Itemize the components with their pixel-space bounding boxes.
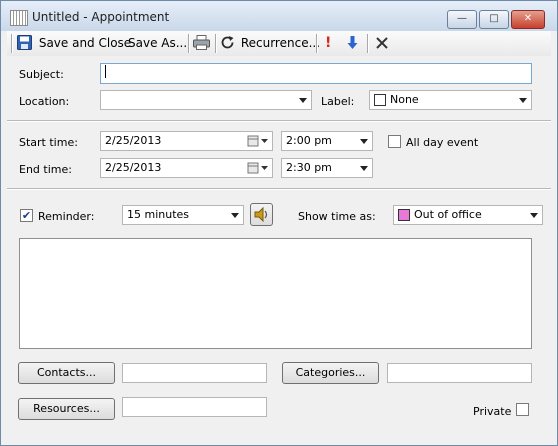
- save-as-button[interactable]: Save As...: [128, 35, 187, 52]
- notes-textarea[interactable]: [19, 238, 532, 349]
- show-as-color-swatch: [398, 209, 410, 221]
- calendar-dropdown-icon[interactable]: [247, 162, 269, 175]
- close-window-button[interactable]: ✕: [511, 10, 545, 29]
- contacts-input[interactable]: [122, 363, 267, 383]
- save-and-close-label: Save and Close: [38, 36, 132, 50]
- section-divider: [7, 188, 551, 190]
- end-time-label: End time:: [19, 163, 72, 176]
- calendar-app-icon: [10, 10, 28, 26]
- end-date-value: 2/25/2013: [105, 161, 162, 174]
- print-button[interactable]: [193, 35, 210, 52]
- chevron-down-icon: [519, 98, 527, 103]
- reminder-dropdown[interactable]: 15 minutes: [122, 205, 244, 225]
- save-and-close-button[interactable]: Save and Close: [17, 35, 131, 52]
- chevron-down-icon: [530, 213, 538, 218]
- categories-button-label: Categories...: [295, 366, 366, 379]
- exclamation-icon: !: [325, 35, 332, 51]
- all-day-event-checkbox[interactable]: [388, 135, 401, 148]
- location-label: Location:: [19, 95, 70, 108]
- show-time-as-value: Out of office: [414, 208, 482, 221]
- end-time-value: 2:30 pm: [286, 161, 332, 174]
- categories-input[interactable]: [387, 363, 532, 383]
- recurrence-icon: [221, 36, 234, 49]
- resources-input[interactable]: [122, 397, 267, 417]
- chevron-down-icon: [231, 213, 239, 218]
- window-title: Untitled - Appointment: [32, 10, 170, 24]
- label-value: None: [390, 93, 419, 106]
- minimize-button[interactable]: —: [447, 10, 477, 29]
- chevron-down-icon: [360, 166, 368, 171]
- toolbar: Save and Close Save As... Recurrence... …: [7, 31, 551, 56]
- resources-button-label: Resources...: [33, 402, 100, 415]
- subject-label: Subject:: [19, 68, 64, 81]
- maximize-button[interactable]: □: [479, 10, 509, 29]
- contacts-button[interactable]: Contacts...: [18, 362, 115, 384]
- all-day-event-label: All day event: [406, 136, 479, 149]
- reminder-checkbox[interactable]: ✔: [20, 209, 33, 222]
- save-as-label: Save As...: [128, 36, 188, 50]
- recurrence-label: Recurrence...: [240, 36, 321, 50]
- text-cursor: [105, 65, 106, 78]
- toolbar-grip: [11, 34, 13, 53]
- label-color-swatch: [374, 94, 386, 106]
- toolbar-separator: [316, 34, 318, 53]
- label-dropdown[interactable]: None: [369, 90, 532, 110]
- reminder-value: 15 minutes: [127, 208, 190, 221]
- section-divider: [7, 120, 551, 122]
- start-date-picker[interactable]: 2/25/2013: [100, 131, 273, 151]
- down-arrow-icon: [347, 36, 358, 49]
- reminder-sound-button[interactable]: [250, 203, 273, 226]
- appointment-window: Untitled - Appointment — □ ✕ Save and Cl…: [0, 0, 558, 446]
- title-bar[interactable]: Untitled - Appointment — □ ✕: [1, 1, 557, 31]
- low-importance-button[interactable]: [347, 35, 358, 52]
- start-date-value: 2/25/2013: [105, 134, 162, 147]
- private-label: Private: [473, 405, 512, 418]
- show-time-as-label: Show time as:: [298, 210, 376, 223]
- delete-button[interactable]: [375, 35, 389, 52]
- printer-icon: [193, 35, 210, 50]
- calendar-dropdown-icon[interactable]: [247, 135, 269, 148]
- toolbar-separator: [367, 34, 369, 53]
- location-combobox[interactable]: [100, 90, 312, 110]
- speaker-icon: [254, 206, 268, 223]
- private-checkbox[interactable]: [516, 403, 529, 416]
- categories-button[interactable]: Categories...: [282, 362, 379, 384]
- toolbar-separator: [188, 34, 190, 53]
- toolbar-separator: [215, 34, 217, 53]
- start-time-dropdown[interactable]: 2:00 pm: [281, 131, 373, 151]
- resources-button[interactable]: Resources...: [18, 398, 115, 420]
- show-time-as-dropdown[interactable]: Out of office: [393, 205, 543, 225]
- end-time-dropdown[interactable]: 2:30 pm: [281, 158, 373, 178]
- label-label: Label:: [321, 95, 355, 108]
- end-date-picker[interactable]: 2/25/2013: [100, 158, 273, 178]
- contacts-button-label: Contacts...: [36, 366, 97, 379]
- start-time-value: 2:00 pm: [286, 134, 332, 147]
- recurrence-button[interactable]: Recurrence...: [220, 35, 320, 52]
- subject-input[interactable]: [100, 63, 532, 84]
- delete-x-icon: [376, 37, 388, 49]
- start-time-label: Start time:: [19, 136, 78, 149]
- chevron-down-icon: [360, 139, 368, 144]
- high-importance-button[interactable]: !: [325, 35, 331, 52]
- floppy-disk-icon: [17, 35, 32, 50]
- chevron-down-icon: [299, 98, 307, 103]
- reminder-label: Reminder:: [38, 210, 95, 223]
